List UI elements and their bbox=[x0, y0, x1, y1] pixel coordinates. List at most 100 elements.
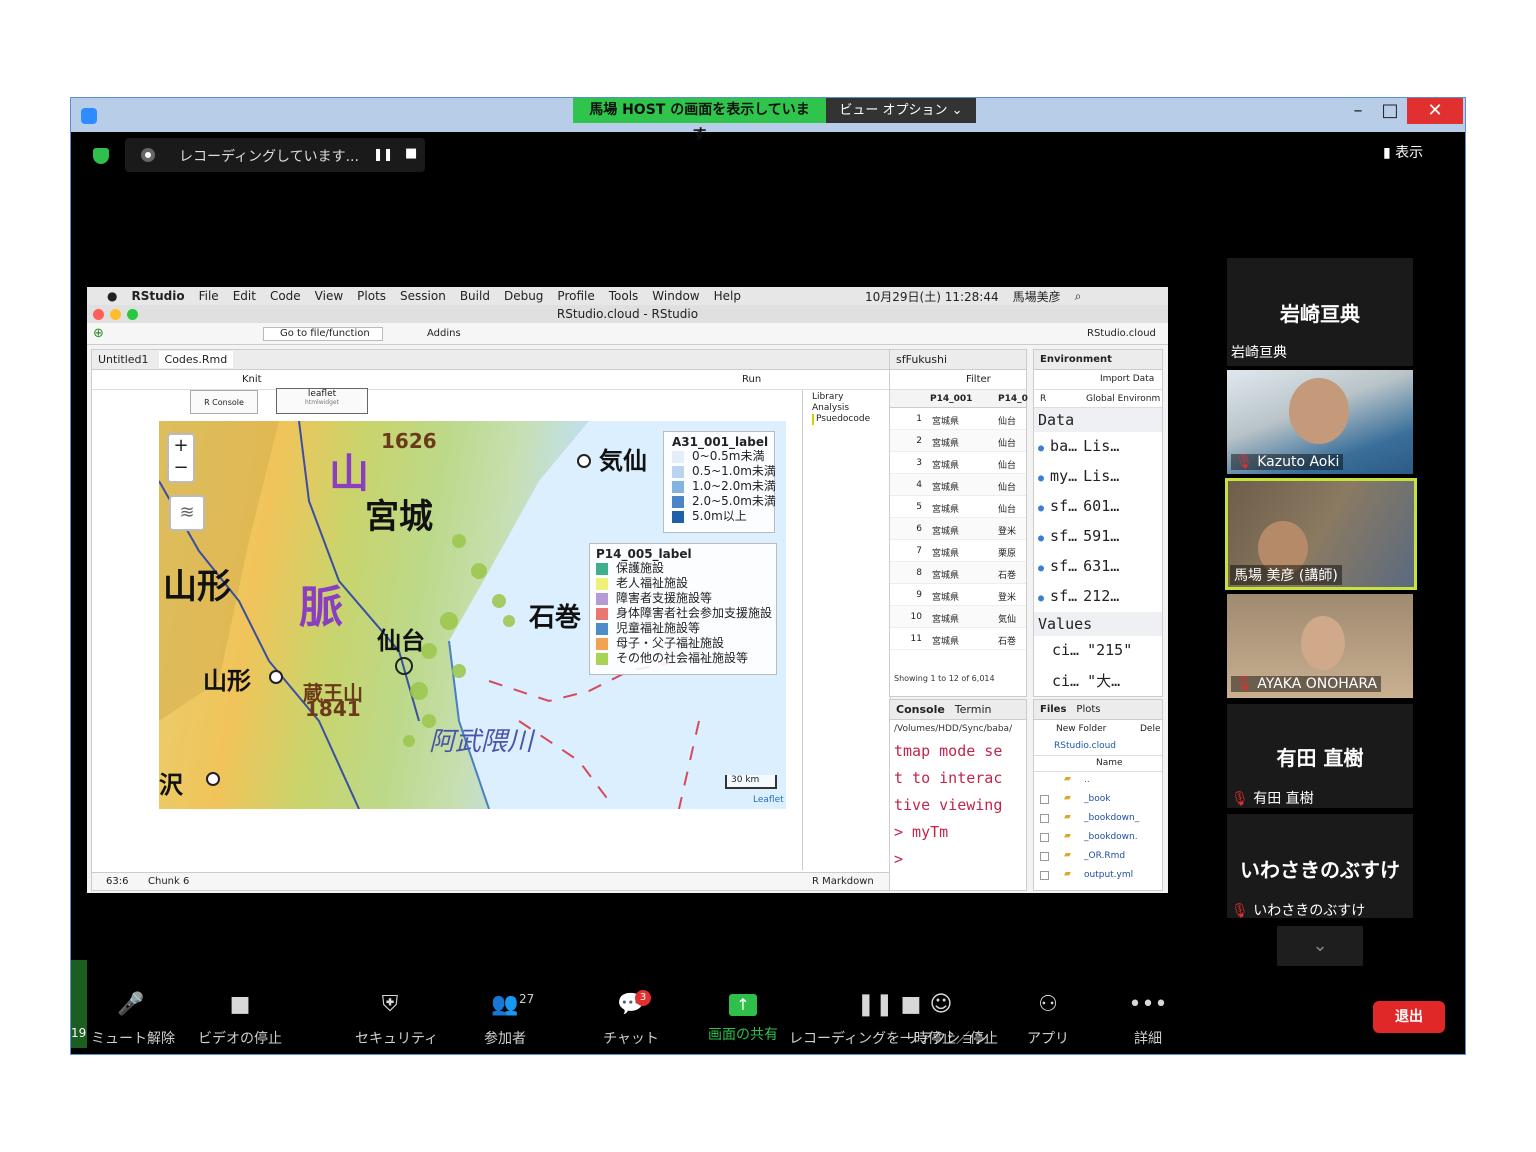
outline-item[interactable]: Analysis bbox=[812, 403, 870, 414]
table-row[interactable]: 1 宮城県 仙台 bbox=[890, 408, 1026, 430]
control-7[interactable]: ☺ リアクション bbox=[905, 990, 988, 1048]
file-row[interactable]: ▰ _OR.Rmd bbox=[1034, 848, 1162, 867]
filter-button[interactable]: Filter bbox=[966, 374, 991, 385]
table-row[interactable]: 11 宮城県 石巻 bbox=[890, 628, 1026, 650]
mode-selector[interactable]: R Markdown bbox=[812, 876, 874, 887]
zoom-out-button[interactable]: − bbox=[169, 457, 193, 479]
env-item[interactable]: ● sf… 601… bbox=[1034, 492, 1162, 522]
table-row[interactable]: 2 宮城県 仙台 bbox=[890, 430, 1026, 452]
env-item[interactable]: ● ba… Lis… bbox=[1034, 432, 1162, 462]
leaflet-map[interactable]: 宮城 山形 山形 仙台 石巻 気仙 蔵王山 1841 1626 阿武隈川 山 脈… bbox=[159, 421, 786, 809]
control-3[interactable]: 👥 27 参加者 bbox=[475, 990, 535, 1048]
global-env-select[interactable]: Global Environm bbox=[1086, 394, 1160, 404]
stop-recording-button[interactable]: ■ bbox=[405, 146, 417, 161]
expand-icon[interactable]: ● bbox=[1038, 503, 1050, 514]
column-header[interactable]: P14_001 bbox=[930, 394, 972, 404]
menu-help[interactable]: Help bbox=[714, 289, 741, 303]
console-input[interactable]: > bbox=[894, 846, 1026, 873]
close-button[interactable]: ✕ bbox=[1407, 98, 1463, 124]
project-menu[interactable]: RStudio.cloud bbox=[1087, 328, 1156, 339]
leaflet-widget-tab[interactable]: leaflet htmlwidget bbox=[276, 388, 368, 414]
control-8[interactable]: ⚇ アプリ bbox=[1023, 990, 1073, 1048]
menu-edit[interactable]: Edit bbox=[233, 289, 256, 303]
env-item[interactable]: ● sf… 212… bbox=[1034, 582, 1162, 612]
expand-icon[interactable]: ● bbox=[1038, 533, 1050, 544]
outline-item[interactable]: Library bbox=[812, 392, 870, 403]
table-row[interactable]: 8 宮城県 石巻 bbox=[890, 562, 1026, 584]
tab-sffukushi[interactable]: sfFukushi bbox=[896, 353, 947, 366]
leaflet-attribution[interactable]: Leaflet bbox=[753, 795, 784, 805]
env-item[interactable]: ● sf… 591… bbox=[1034, 522, 1162, 552]
menu-debug[interactable]: Debug bbox=[504, 289, 543, 303]
env-item[interactable]: ● my… Lis… bbox=[1034, 462, 1162, 492]
run-button[interactable]: Run bbox=[742, 374, 761, 385]
view-options-button[interactable]: ビュー オプション ⌄ bbox=[826, 98, 976, 123]
leave-button[interactable]: 退出 bbox=[1373, 1001, 1445, 1033]
menu-window[interactable]: Window bbox=[652, 289, 699, 303]
menu-profile[interactable]: Profile bbox=[557, 289, 594, 303]
expand-icon[interactable]: ● bbox=[1038, 593, 1050, 604]
console-output[interactable]: tmap mode se t to interac tive viewing >… bbox=[890, 738, 1026, 873]
file-checkbox[interactable] bbox=[1040, 833, 1049, 842]
file-row[interactable]: ▰ _bookdown_ bbox=[1034, 810, 1162, 829]
files-breadcrumb[interactable]: RStudio.cloud bbox=[1034, 738, 1162, 756]
chunk-selector[interactable]: Chunk 6 bbox=[148, 876, 189, 887]
mac-zoom-icon[interactable] bbox=[127, 309, 138, 320]
table-row[interactable]: 9 宮城県 登米 bbox=[890, 584, 1026, 606]
r-console-button[interactable]: R Console bbox=[190, 390, 258, 414]
mac-close-icon[interactable] bbox=[93, 309, 104, 320]
control-1[interactable]: ■ ビデオの停止 bbox=[197, 990, 283, 1048]
tab-plots[interactable]: Plots bbox=[1076, 704, 1100, 715]
outline-item[interactable]: Psuedocode bbox=[812, 414, 870, 425]
table-row[interactable]: 4 宮城県 仙台 bbox=[890, 474, 1026, 496]
goto-file-input[interactable]: Go to file/function bbox=[263, 327, 383, 341]
shield-icon[interactable] bbox=[93, 148, 109, 164]
menu-code[interactable]: Code bbox=[270, 289, 301, 303]
menu-view[interactable]: View bbox=[315, 289, 343, 303]
language-select[interactable]: R bbox=[1040, 394, 1046, 404]
search-icon[interactable]: ⌕ bbox=[1075, 289, 1082, 304]
pause-recording-button[interactable]: ❚❚ bbox=[373, 147, 393, 161]
mac-minimize-icon[interactable] bbox=[110, 309, 121, 320]
menu-rstudio[interactable]: RStudio bbox=[131, 289, 184, 303]
file-checkbox[interactable] bbox=[1040, 871, 1049, 880]
menu-plots[interactable]: Plots bbox=[357, 289, 386, 303]
participant-video-active[interactable]: 馬場 美彦 (講師) bbox=[1225, 478, 1417, 590]
view-button[interactable]: ▮ 表示 bbox=[1383, 142, 1423, 162]
column-header[interactable]: P14_0 bbox=[998, 394, 1028, 404]
table-row[interactable]: 3 宮城県 仙台 bbox=[890, 452, 1026, 474]
new-file-icon[interactable]: ⊕ bbox=[93, 326, 104, 341]
menu-tools[interactable]: Tools bbox=[609, 289, 639, 303]
file-checkbox[interactable] bbox=[1040, 852, 1049, 861]
file-row[interactable]: ▰ _bookdown. bbox=[1034, 829, 1162, 848]
tab-environment[interactable]: Environment bbox=[1040, 354, 1112, 365]
control-4[interactable]: 💬 3 チャット bbox=[601, 990, 661, 1048]
env-value[interactable]: ci… "大… bbox=[1034, 665, 1162, 694]
expand-icon[interactable]: ● bbox=[1038, 473, 1050, 484]
scroll-down-chevron-icon[interactable]: ⌄ bbox=[1277, 926, 1363, 966]
tab-files[interactable]: Files bbox=[1040, 704, 1066, 715]
env-item[interactable]: ● sf… 631… bbox=[1034, 552, 1162, 582]
tab-console[interactable]: Console bbox=[896, 703, 945, 716]
zoom-in-button[interactable]: + bbox=[169, 435, 193, 457]
new-folder-button[interactable]: New Folder bbox=[1056, 724, 1106, 734]
menu-session[interactable]: Session bbox=[400, 289, 446, 303]
table-row[interactable]: 5 宮城県 仙台 bbox=[890, 496, 1026, 518]
expand-icon[interactable]: ● bbox=[1038, 563, 1050, 574]
addins-menu[interactable]: Addins bbox=[427, 328, 461, 339]
menu-build[interactable]: Build bbox=[460, 289, 490, 303]
table-row[interactable]: 10 宮城県 気仙 bbox=[890, 606, 1026, 628]
env-value[interactable]: ci… "215" bbox=[1034, 636, 1162, 665]
file-checkbox[interactable] bbox=[1040, 795, 1049, 804]
import-data-button[interactable]: Import Data bbox=[1100, 374, 1154, 384]
tab-untitled1[interactable]: Untitled1 bbox=[98, 353, 149, 366]
control-0[interactable]: 🎤 ミュート解除 bbox=[91, 990, 175, 1048]
participant-video[interactable]: 🎙 AYAKA ONOHARA bbox=[1227, 594, 1413, 698]
participant-video[interactable]: 🎙 Kazuto Aoki bbox=[1227, 370, 1413, 474]
file-row[interactable]: ▰ output.yml bbox=[1034, 867, 1162, 886]
table-row[interactable]: 6 宮城県 登米 bbox=[890, 518, 1026, 540]
file-row[interactable]: ▰.. bbox=[1034, 772, 1162, 791]
delete-button[interactable]: Dele bbox=[1140, 724, 1161, 734]
menu-file[interactable]: File bbox=[199, 289, 219, 303]
tab-terminal[interactable]: Termin bbox=[955, 703, 992, 716]
